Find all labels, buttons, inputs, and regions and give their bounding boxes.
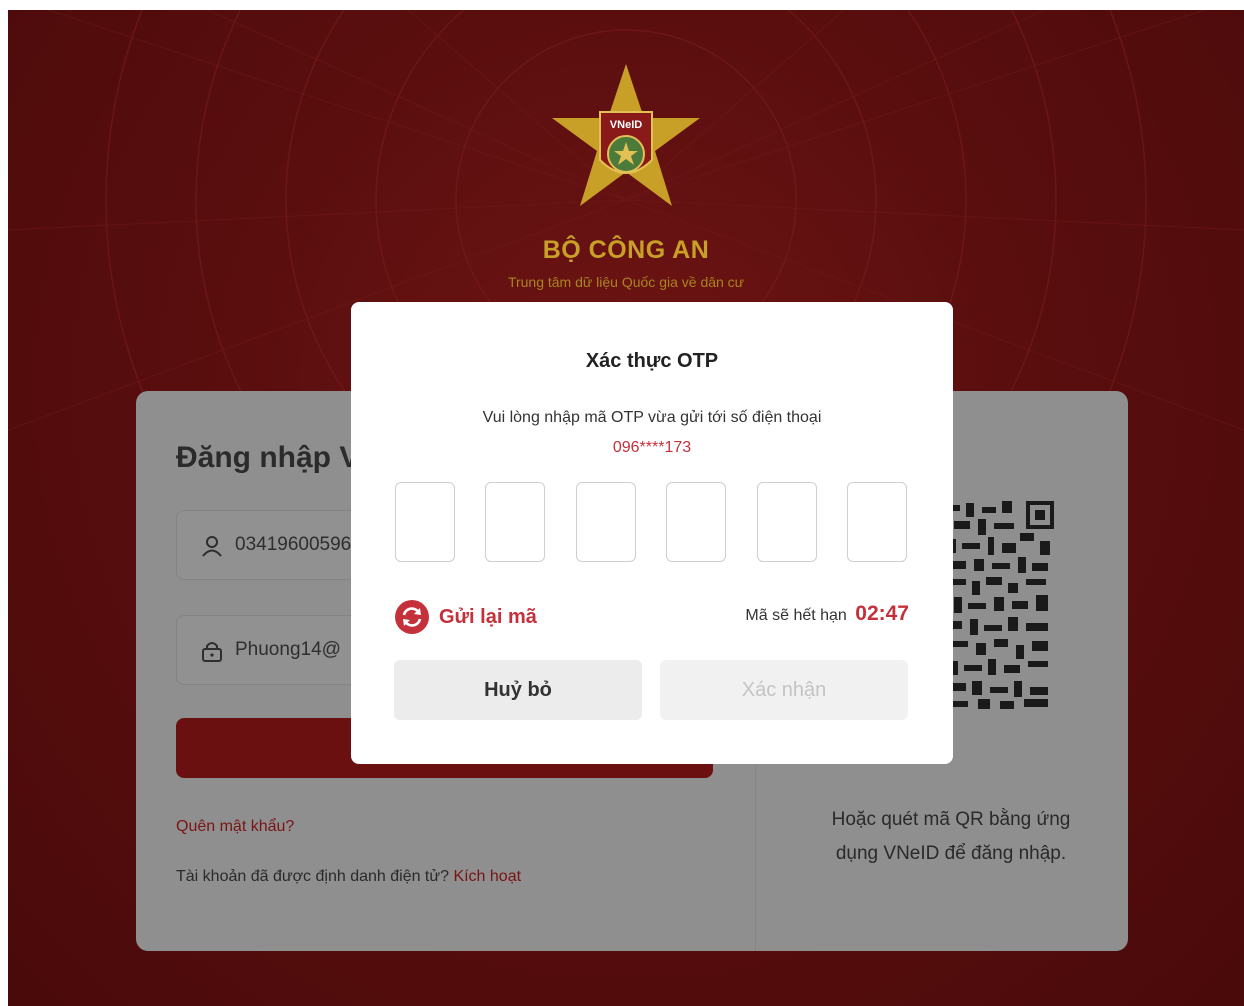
modal-title: Xác thực OTP — [585, 350, 719, 372]
resend-label: Gửi lại mã — [439, 605, 537, 628]
qr-caption-line2: dụng VNeID để đăng nhập. — [835, 843, 1067, 864]
modal-description: Vui lòng nhập mã OTP vừa gửi tới số điện… — [482, 409, 822, 426]
otp-digit-input-1[interactable] — [395, 482, 455, 562]
username-value: 03419600596 — [235, 534, 352, 555]
svg-text:VNeID: VNeID — [610, 119, 642, 131]
otp-digit-input-6[interactable] — [847, 482, 907, 562]
otp-digit-input-4[interactable] — [666, 482, 726, 562]
expiry-label: Mã sẽ hết hạn — [745, 607, 847, 624]
vneid-emblem-logo: VNeID — [552, 64, 700, 206]
activate-link[interactable]: Kích hoạt — [453, 868, 521, 885]
org-title: BỘ CÔNG AN — [542, 236, 710, 264]
confirm-button[interactable]: Xác nhận — [660, 660, 908, 720]
activate-prompt: Tài khoản đã được định danh điện tử? — [176, 868, 449, 885]
otp-modal: Xác thực OTP Vui lòng nhập mã OTP vừa gử… — [351, 302, 953, 764]
refresh-icon — [395, 600, 429, 634]
otp-digit-input-5[interactable] — [757, 482, 817, 562]
user-icon — [202, 536, 222, 557]
activate-line: Tài khoản đã được định danh điện tử? Kíc… — [176, 868, 521, 886]
lock-icon — [202, 642, 222, 662]
org-subtitle: Trung tâm dữ liệu Quốc gia về dân cư — [507, 274, 745, 290]
otp-digit-input-2[interactable] — [485, 482, 545, 562]
login-title: Đăng nhập V — [176, 441, 360, 474]
page-background: VNeID BỘ CÔNG AN Trung tâm dữ liệu Quốc … — [8, 10, 1244, 1006]
qr-code-image — [944, 497, 1056, 713]
qr-caption-line1: Hoặc quét mã QR bằng ứng — [831, 809, 1071, 830]
countdown-timer: 02:47 — [855, 602, 909, 625]
resend-code-button[interactable]: Gửi lại mã — [395, 600, 537, 634]
otp-digit-input-3[interactable] — [576, 482, 636, 562]
cancel-button[interactable]: Huỷ bỏ — [394, 660, 642, 720]
password-value: Phuong14@ — [235, 639, 341, 660]
forgot-password-link[interactable]: Quên mật khẩu? — [176, 818, 294, 836]
masked-phone-number: 096****173 — [612, 439, 692, 456]
qr-caption: Hoặc quét mã QR bằng ứng dụng VNeID để đ… — [786, 803, 1116, 871]
expiry-info: Mã sẽ hết hạn 02:47 — [745, 602, 909, 626]
